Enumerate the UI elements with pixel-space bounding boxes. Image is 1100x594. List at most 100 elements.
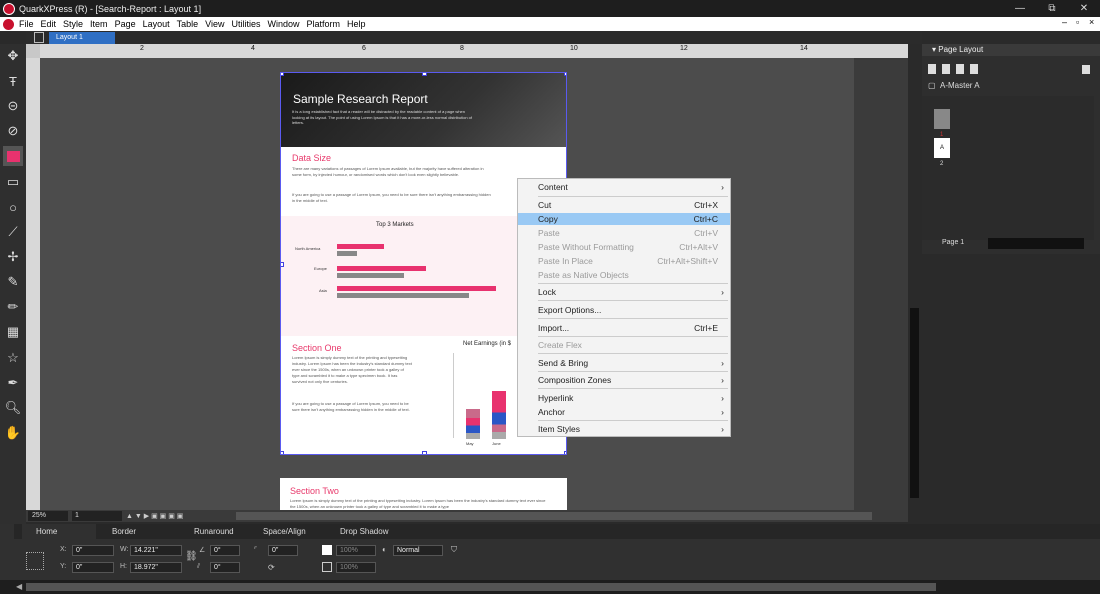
ctx-copy[interactable]: Copy Ctrl+C [518,213,730,225]
ctx-composition-zones[interactable]: Composition Zones › [518,374,730,386]
hero-paragraph[interactable]: It is a long established fact that a rea… [292,109,472,126]
menu-help[interactable]: Help [347,19,366,29]
tab-runaround[interactable]: Runaround [180,524,260,539]
master-page-icon[interactable] [942,64,950,74]
close-button[interactable]: ✕ [1068,0,1100,17]
pen-tool-icon[interactable]: ✎ [3,272,23,292]
menu-file[interactable]: File [19,19,34,29]
bottom-scrollbar-thumb[interactable] [26,583,936,591]
ctx-content[interactable]: Content › [518,181,730,193]
minimize-button[interactable]: — [1004,0,1036,17]
page-thumbnail-1[interactable] [934,109,950,129]
menu-window[interactable]: Window [268,19,300,29]
y-field[interactable]: 0" [72,562,114,573]
menu-item[interactable]: Item [90,19,108,29]
resize-handle[interactable] [281,73,284,76]
item-move-tool-icon[interactable]: ✥ [3,46,23,66]
page-thumbnail-2[interactable]: A [934,138,950,158]
frame-color-swatch[interactable] [322,562,332,572]
corner-radius-field[interactable]: 0" [268,545,298,556]
page-nav-icons[interactable]: ▲ ▼ ▶ ▣ ▣ ▣ ▣ [126,512,226,520]
ctx-export-options[interactable]: Export Options... [518,304,730,316]
layout-canvas[interactable]: Sample Research Report It is a long esta… [40,58,908,510]
ruler-origin[interactable] [26,44,40,58]
data-size-paragraph-2[interactable]: If you are going to use a passage of Lor… [292,192,492,204]
tab-space-align[interactable]: Space/Align [249,524,329,539]
freehand-tool-icon[interactable]: ✏ [3,297,23,317]
ctx-anchor[interactable]: Anchor › [518,406,730,418]
resize-handle[interactable] [564,451,566,454]
text-linking-tool-icon[interactable]: ⊝ [3,96,23,116]
tab-home[interactable]: Home [22,524,96,539]
ctx-paste-in-place[interactable]: Paste In Place Ctrl+Alt+Shift+V [518,255,730,267]
panel-horizontal-scroll[interactable] [988,238,1084,249]
menu-style[interactable]: Style [63,19,83,29]
ctx-hyperlink[interactable]: Hyperlink › [518,392,730,404]
section-one-heading[interactable]: Section One [292,343,342,353]
master-page-item[interactable]: ▢ A-Master A [928,81,980,90]
tab-layout-1[interactable]: Layout 1 [49,32,115,44]
menu-layout[interactable]: Layout [143,19,170,29]
doc-close-button[interactable]: × [1089,17,1094,27]
report-title[interactable]: Sample Research Report [293,92,428,106]
doc-minimize-button[interactable]: – [1062,17,1067,27]
ctx-paste[interactable]: Paste Ctrl+V [518,227,730,239]
panel-header[interactable]: ▾ Page Layout [922,44,1100,56]
lock-proportions-icon[interactable]: ⛓ [185,551,198,562]
tab-drop-shadow[interactable]: Drop Shadow [326,524,416,539]
section-one-paragraph[interactable]: Lorem Ipsum is simply dummy text of the … [292,355,412,385]
picture-content-tool-icon[interactable] [3,146,23,166]
layout-page-2[interactable]: Section Two Lorem Ipsum is simply dummy … [280,478,567,510]
fill-color-swatch[interactable] [322,545,332,555]
table-tool-icon[interactable]: ▦ [3,322,23,342]
ctx-import[interactable]: Import... Ctrl+E [518,322,730,334]
angle-field[interactable]: 0° [210,545,240,556]
eyedropper-tool-icon[interactable]: ✒ [3,373,23,393]
opacity-field-2[interactable]: 100% [336,562,376,573]
resize-handle[interactable] [281,262,284,267]
data-size-heading[interactable]: Data Size [292,153,331,163]
section-two-heading[interactable]: Section Two [290,486,339,496]
ctx-item-styles[interactable]: Item Styles › [518,423,730,435]
opacity-field[interactable]: 100% [336,545,376,556]
flip-icon[interactable]: ⟳ [268,563,275,572]
line-tool-icon[interactable]: ⟋ [3,222,23,242]
move-page-icon[interactable] [970,64,978,74]
unlink-tool-icon[interactable]: ⊘ [3,121,23,141]
new-page-icon[interactable] [928,64,936,74]
horizontal-scrollbar[interactable] [236,512,872,520]
text-content-tool-icon[interactable]: Ŧ [3,71,23,91]
menu-platform[interactable]: Platform [307,19,341,29]
duplicate-icon[interactable] [956,64,964,74]
vertical-ruler[interactable] [26,58,40,510]
bezier-pen-tool-icon[interactable]: ✢ [3,247,23,267]
ctx-create-flex[interactable]: Create Flex [518,339,730,351]
menu-utilities[interactable]: Utilities [232,19,261,29]
ctx-send-bring[interactable]: Send & Bring › [518,357,730,369]
star-tool-icon[interactable]: ☆ [3,348,23,368]
rectangle-box-tool-icon[interactable]: ▭ [3,172,23,192]
earnings-chart-title[interactable]: Net Earnings (in $ [463,341,511,347]
pan-tool-icon[interactable]: ✋ [3,423,23,443]
menu-page[interactable]: Page [115,19,136,29]
trash-icon[interactable] [1082,65,1090,74]
resize-handle[interactable] [422,73,427,76]
reference-point-icon[interactable] [26,552,44,570]
vertical-scrollbar[interactable] [908,44,921,510]
tab-border[interactable]: Border [98,524,168,539]
scroll-left-icon[interactable]: ◀ [16,582,22,591]
ctx-cut[interactable]: Cut Ctrl+X [518,199,730,211]
section-two-paragraph[interactable]: Lorem Ipsum is simply dummy text of the … [290,498,552,510]
bottom-scrollbar[interactable]: ◀ [0,580,1100,594]
restore-button[interactable]: ⧉ [1036,0,1068,17]
resize-handle[interactable] [281,451,284,454]
effects-icon[interactable]: ⛉ [451,545,457,555]
section-one-paragraph-2[interactable]: If you are going to use a passage of Lor… [292,401,412,413]
height-field[interactable]: 18.972" [130,562,182,573]
width-field[interactable]: 14.221" [130,545,182,556]
ctx-lock[interactable]: Lock › [518,286,730,298]
vertical-scrollbar-thumb[interactable] [910,308,919,498]
resize-handle[interactable] [422,451,427,454]
zoom-field[interactable]: 25% [28,511,68,521]
oval-box-tool-icon[interactable]: ○ [3,197,23,217]
